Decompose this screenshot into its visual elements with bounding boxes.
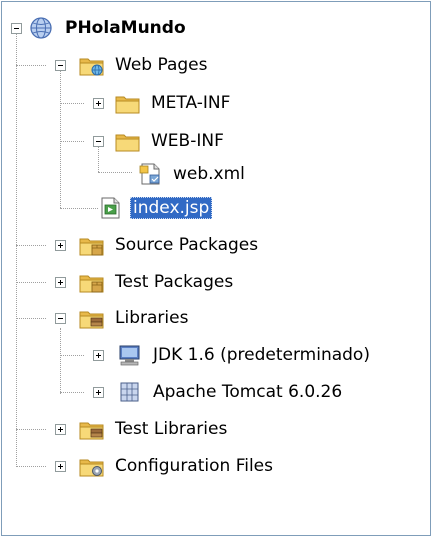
tree-line <box>60 355 84 356</box>
tree-node-meta-inf[interactable]: META-INF <box>114 88 233 118</box>
tree-node-label: Libraries <box>115 308 189 328</box>
library-folder-icon <box>78 416 106 442</box>
tree-node-label: Apache Tomcat 6.0.26 <box>153 382 343 402</box>
tree-line <box>60 208 98 209</box>
tree-line <box>98 172 132 173</box>
expand-toggle-test-libraries[interactable] <box>55 424 66 435</box>
tree-node-test-libraries[interactable]: Test Libraries <box>78 414 230 444</box>
tree-node-label: Configuration Files <box>115 456 273 476</box>
expand-toggle-source-packages[interactable] <box>55 240 66 251</box>
tree-line <box>16 318 46 319</box>
collapse-toggle-web-inf[interactable] <box>93 136 104 147</box>
expand-toggle-config-files[interactable] <box>55 461 66 472</box>
xml-file-icon <box>139 163 160 185</box>
tree-node-tomcat[interactable]: Apache Tomcat 6.0.26 <box>116 377 345 407</box>
folder-icon <box>114 128 142 154</box>
expand-toggle-tomcat[interactable] <box>93 387 104 398</box>
tree-node-label: WEB-INF <box>151 131 224 151</box>
package-folder-icon <box>78 269 106 295</box>
expand-toggle-meta-inf[interactable] <box>93 98 104 109</box>
tree-node-root[interactable]: PHolaMundo <box>28 13 189 43</box>
globe-icon <box>30 17 52 39</box>
tree-line <box>60 103 84 104</box>
tree-node-label: Source Packages <box>115 235 259 255</box>
tree-node-label: web.xml <box>173 164 245 184</box>
tree-node-test-packages[interactable]: Test Packages <box>78 267 236 297</box>
tree-node-web-xml[interactable]: web.xml <box>136 159 248 189</box>
library-folder-icon <box>78 305 106 331</box>
package-folder-icon <box>78 232 106 258</box>
tree-node-libraries[interactable]: Libraries <box>78 303 191 333</box>
tree-line <box>16 466 46 467</box>
collapse-toggle-libraries[interactable] <box>55 313 66 324</box>
tree-line <box>16 429 46 430</box>
tree-line <box>60 141 84 142</box>
jsp-file-icon <box>101 197 120 219</box>
tree-line <box>16 29 17 467</box>
computer-icon <box>119 345 140 366</box>
tree-line <box>60 328 61 394</box>
tree-node-label: Test Libraries <box>115 419 228 439</box>
project-tree-panel: PHolaMundo Web Pages META-INF WEB-INF we… <box>1 1 431 536</box>
tree-node-web-inf[interactable]: WEB-INF <box>114 126 227 156</box>
tree-node-label: META-INF <box>151 93 231 113</box>
tree-line <box>98 146 99 172</box>
expand-toggle-test-packages[interactable] <box>55 277 66 288</box>
tree-node-label: Web Pages <box>115 55 208 75</box>
tree-node-jdk[interactable]: JDK 1.6 (predeterminado) <box>116 340 373 370</box>
tree-node-label: Test Packages <box>115 272 234 292</box>
expand-toggle-jdk[interactable] <box>93 350 104 361</box>
tree-node-config-files[interactable]: Configuration Files <box>78 451 276 481</box>
tree-line <box>60 70 61 208</box>
tree-node-label: JDK 1.6 (predeterminado) <box>153 345 370 365</box>
config-folder-icon <box>78 453 106 479</box>
collapse-toggle-root[interactable] <box>11 23 22 34</box>
tree-line <box>60 392 84 393</box>
collapse-toggle-web-pages[interactable] <box>55 60 66 71</box>
web-folder-icon <box>78 52 106 76</box>
tree-line <box>16 245 46 246</box>
tree-node-source-packages[interactable]: Source Packages <box>78 230 261 260</box>
tree-node-index-jsp[interactable]: index.jsp <box>96 193 213 223</box>
tree-line <box>16 282 46 283</box>
tree-node-label: index.jsp <box>130 197 213 219</box>
folder-icon <box>114 90 142 116</box>
server-library-icon <box>120 382 139 402</box>
tree-line <box>16 65 46 66</box>
tree-node-label: PHolaMundo <box>65 18 186 38</box>
tree-node-web-pages[interactable]: Web Pages <box>78 50 210 80</box>
